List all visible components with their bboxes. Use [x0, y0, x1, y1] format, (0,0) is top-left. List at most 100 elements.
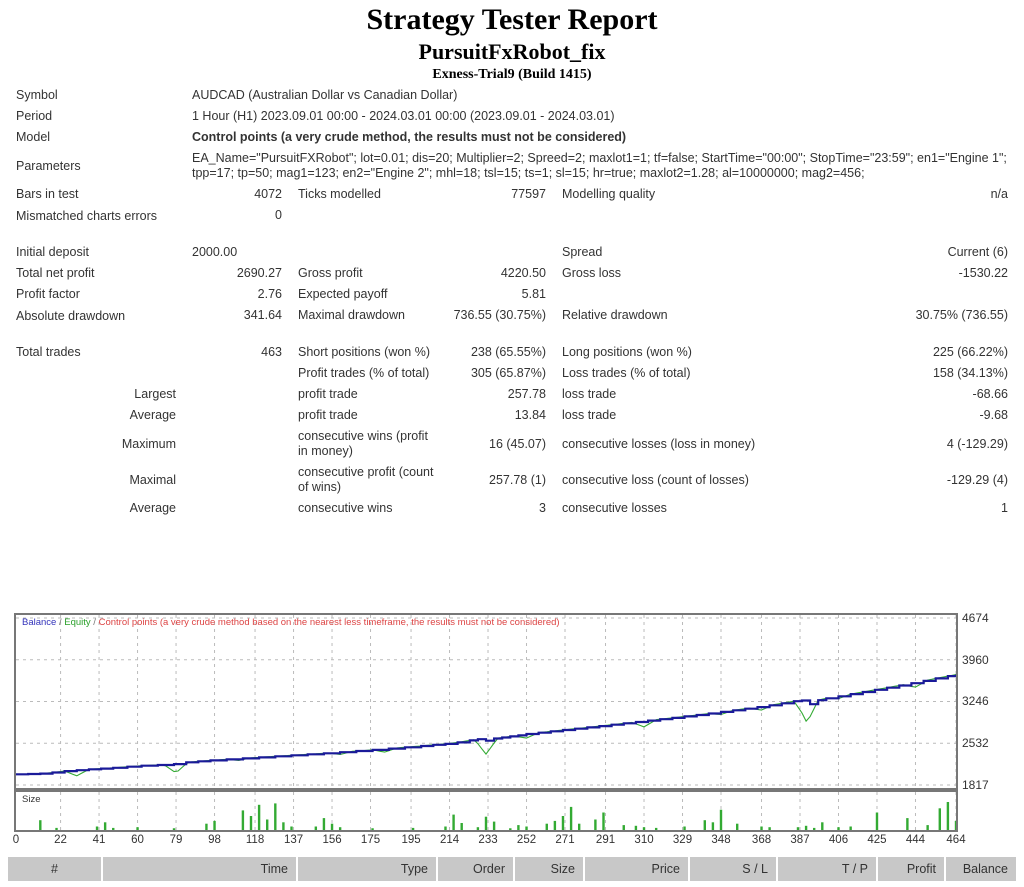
model-value: Control points (a very crude method, the… [192, 130, 627, 144]
stats-row-initial-deposit: Initial deposit 2000.00 Spread Current (… [8, 242, 1016, 263]
modelling-quality-value: n/a [990, 187, 1008, 201]
x-axis-tick-label: 271 [555, 834, 575, 846]
average-label: Average [129, 408, 176, 422]
profit-trades-label: Profit trades (% of total) [298, 366, 430, 380]
stats-row-maximum: Maximum consecutive wins (profit in mone… [8, 426, 1016, 462]
page-title: Strategy Tester Report [366, 3, 658, 36]
balance-equity-plot [16, 615, 956, 788]
average-loss-trade-label: loss trade [562, 408, 617, 422]
max-consecutive-losses-value: 4 (-129.29) [946, 436, 1008, 451]
x-axis-tick-label: 0 [12, 834, 20, 846]
maximal-consecutive-profit-value: 257.78 (1) [489, 472, 546, 487]
loss-trades-value: 158 (34.13%) [932, 366, 1008, 380]
stats-spacer-1 [8, 226, 1016, 242]
x-axis-tick-label: 214 [439, 834, 460, 846]
x-axis-tick-label: 233 [478, 834, 498, 846]
initial-deposit-label: Initial deposit [16, 245, 89, 259]
ea-name-title: PursuitFxRobot_fix [418, 39, 606, 64]
trade-column-header[interactable]: Balance [946, 857, 1016, 881]
chart-y-axis-labels: 1817 2532 3246 3960 4674 [962, 611, 1022, 792]
info-row-parameters: Parameters EA_Name="PursuitFXRobot"; lot… [8, 148, 1016, 184]
loss-trades-label: Loss trades (% of total) [562, 366, 691, 380]
y-axis-tick-label: 3960 [962, 652, 989, 667]
x-axis-tick-label: 195 [401, 834, 421, 846]
max-consecutive-wins-value: 16 (45.07) [489, 436, 546, 451]
long-positions-value: 225 (66.22%) [932, 345, 1008, 359]
x-axis-tick-label: 41 [92, 834, 106, 846]
bars-in-test-label: Bars in test [16, 187, 79, 201]
largest-loss-trade-label: loss trade [562, 387, 617, 401]
trade-column-header[interactable]: Price [585, 857, 690, 881]
average-profit-trade-label: profit trade [298, 408, 358, 422]
x-axis-tick-label: 60 [131, 834, 144, 846]
parameters-value: EA_Name="PursuitFXRobot"; lot=0.01; dis=… [192, 151, 1007, 180]
profit-factor-value: 2.76 [257, 287, 282, 301]
x-axis-tick-label: 291 [595, 834, 616, 846]
spread-label: Spread [562, 245, 603, 259]
maximum-label: Maximum [121, 436, 176, 451]
trade-column-header[interactable]: Type [298, 857, 438, 881]
average-loss-trade-value: -9.68 [979, 408, 1009, 422]
trade-column-header[interactable]: Size [515, 857, 585, 881]
maximal-drawdown-value: 736.55 (30.75%) [453, 308, 546, 322]
maximal-drawdown-label: Maximal drawdown [298, 308, 405, 322]
y-axis-tick-label: 3246 [962, 694, 989, 709]
trade-column-header[interactable]: # [8, 857, 103, 881]
x-axis-tick-label: 252 [516, 834, 537, 846]
avg-consecutive-wins-value: 3 [539, 501, 546, 515]
balance-equity-panel: Balance / Equity / Control points (a ver… [14, 613, 958, 790]
trade-column-header[interactable]: T / P [778, 857, 878, 881]
trade-list-header: # Time Type Order Size Price S / LT / P Profit B… [8, 856, 1016, 881]
short-positions-label: Short positions (won %) [298, 345, 431, 359]
model-label: Model [16, 130, 51, 144]
trade-column-header[interactable]: Time [103, 857, 298, 881]
stats-row-net-profit: Total net profit 2690.27 Gross profit 42… [8, 263, 1016, 284]
gross-profit-label: Gross profit [298, 266, 363, 280]
x-axis-tick-label: 406 [828, 834, 849, 846]
x-axis-tick-label: 175 [360, 834, 381, 846]
symbol-label: Symbol [16, 88, 58, 102]
largest-profit-trade-value: 257.78 [507, 387, 546, 401]
relative-drawdown-label: Relative drawdown [562, 308, 668, 322]
trade-column-header[interactable]: S / L [690, 857, 778, 881]
maximal-consecutive-loss-value: -129.29 (4) [946, 472, 1008, 487]
stats-row-total-trades: Total trades 463 Short positions (won %)… [8, 342, 1016, 363]
absolute-drawdown-value: 341.64 [243, 308, 282, 322]
avg-consecutive-losses-label: consecutive losses [562, 501, 667, 515]
x-axis-tick-label: 348 [711, 834, 731, 846]
trade-column-header[interactable]: Order [438, 857, 515, 881]
total-net-profit-value: 2690.27 [236, 266, 282, 280]
legend-equity: Equity [64, 617, 91, 628]
gross-loss-value: -1530.22 [958, 266, 1008, 280]
long-positions-label: Long positions (won %) [562, 345, 692, 359]
x-axis-tick-label: 387 [790, 834, 810, 846]
x-axis-tick-label: 156 [322, 834, 342, 846]
x-axis-tick-label: 329 [672, 834, 693, 846]
size-panel-label: Size [22, 794, 41, 805]
stats-row-profit-trades: Profit trades (% of total) 305 (65.87%) … [8, 363, 1016, 384]
info-row-symbol: Symbol AUDCAD (Australian Dollar vs Cana… [8, 85, 1016, 106]
short-positions-value: 238 (65.55%) [470, 345, 546, 359]
y-axis-tick-label: 4674 [962, 611, 989, 625]
x-axis-tick-label: 464 [946, 834, 966, 846]
absolute-drawdown-label: Absolute drawdown [16, 308, 126, 323]
gross-loss-label: Gross loss [562, 266, 622, 280]
trade-column-header[interactable]: Profit [878, 857, 946, 881]
legend-sep-2: / [90, 617, 99, 628]
largest-profit-trade-label: profit trade [298, 387, 358, 401]
spread-value: Current (6) [947, 245, 1008, 259]
ticks-modelled-label: Ticks modelled [298, 187, 381, 201]
report-info-table: Symbol AUDCAD (Australian Dollar vs Cana… [8, 85, 1016, 184]
avg-consecutive-wins-label: consecutive wins [298, 501, 393, 515]
average-consecutive-label: Average [129, 501, 176, 515]
info-row-period: Period 1 Hour (H1) 2023.09.01 00:00 - 20… [8, 106, 1016, 127]
profit-factor-label: Profit factor [16, 287, 80, 301]
profit-trades-value: 305 (65.87%) [470, 366, 546, 380]
maximal-label: Maximal [129, 472, 176, 487]
x-axis-tick-label: 368 [751, 834, 772, 846]
mismatched-charts-errors-value: 0 [275, 208, 282, 222]
largest-label: Largest [134, 387, 176, 401]
relative-drawdown-value: 30.75% (736.55) [915, 308, 1008, 322]
period-label: Period [16, 109, 53, 123]
gross-profit-value: 4220.50 [500, 266, 546, 280]
